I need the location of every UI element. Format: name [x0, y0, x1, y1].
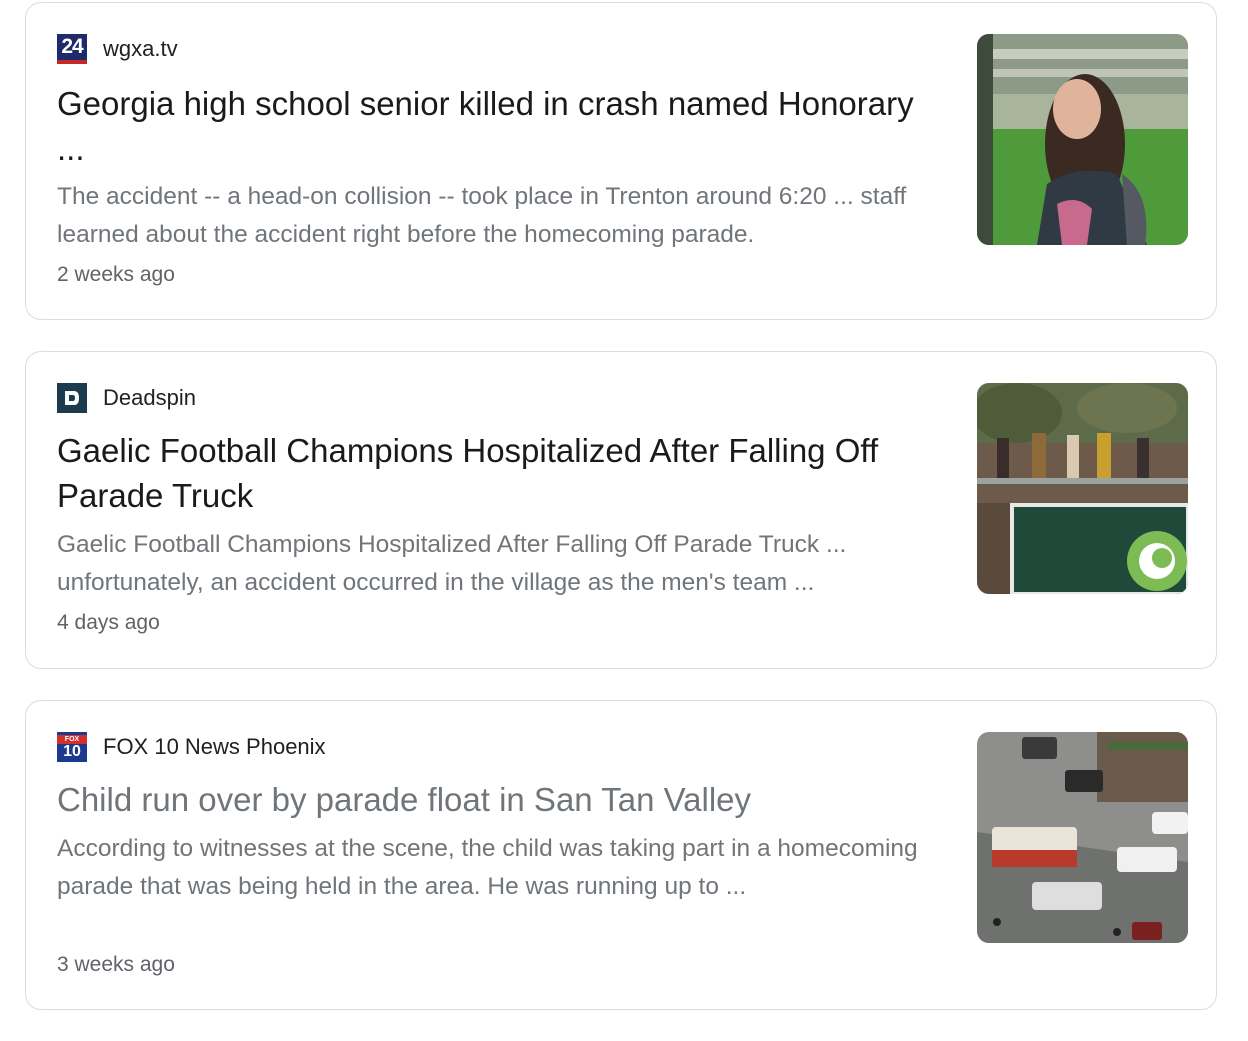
- news-snippet: According to witnesses at the scene, the…: [57, 835, 918, 900]
- news-age: 3 weeks ago: [57, 953, 175, 976]
- parade-truck-crowd-image[interactable]: [977, 383, 1188, 594]
- news-card[interactable]: FOX 10 FOX 10 News Phoenix Child run ove…: [25, 700, 1217, 1010]
- news-snippet: The accident -- a head-on collision -- t…: [57, 183, 907, 248]
- news-source: Deadspin: [57, 382, 196, 414]
- source-name: FOX 10 News Phoenix: [103, 734, 326, 759]
- news-age: 2 weeks ago: [57, 263, 175, 286]
- news-title-link[interactable]: Georgia high school senior killed in cra…: [57, 81, 947, 171]
- source-name: Deadspin: [103, 385, 196, 410]
- news-card[interactable]: Deadspin Gaelic Football Champions Hospi…: [25, 351, 1217, 669]
- news-age: 4 days ago: [57, 611, 160, 634]
- news-snippet: Gaelic Football Champions Hospitalized A…: [57, 531, 847, 596]
- news-source: 24 wgxa.tv: [57, 33, 178, 65]
- channel-24-logo-icon: 24: [57, 34, 87, 64]
- aerial-emergency-vehicles-image[interactable]: [977, 732, 1188, 943]
- news-card[interactable]: 24 wgxa.tv Georgia high school senior ki…: [25, 2, 1217, 320]
- fox-10-logo-icon: FOX 10: [57, 732, 87, 762]
- news-title-link[interactable]: Gaelic Football Champions Hospitalized A…: [57, 428, 947, 518]
- source-name: wgxa.tv: [103, 36, 178, 61]
- news-title-link[interactable]: Child run over by parade float in San Ta…: [57, 777, 947, 822]
- deadspin-d-logo-icon: [57, 383, 87, 413]
- news-source: FOX 10 FOX 10 News Phoenix: [57, 731, 326, 763]
- student-portrait-image[interactable]: [977, 34, 1188, 245]
